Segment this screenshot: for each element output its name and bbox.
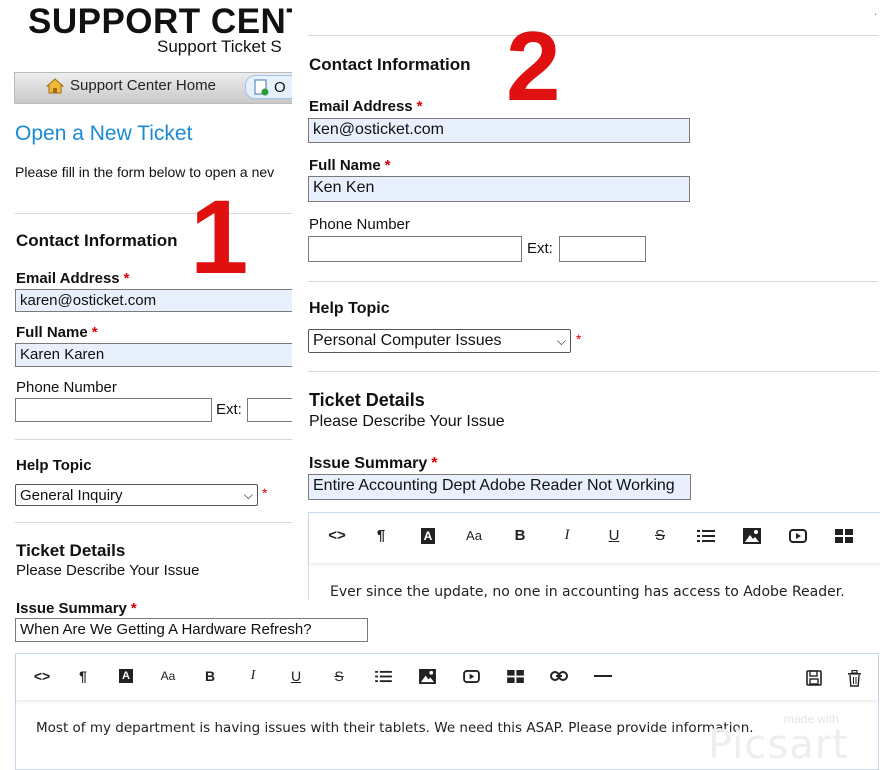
phone-label: Phone Number [16,379,117,396]
intro-text: Please fill in the form below to open a … [15,164,275,180]
ext-label: Ext: [216,401,242,418]
help-topic-heading: Help Topic [16,457,92,474]
help-topic-heading: Help Topic [309,300,390,317]
marker-number-2: 2 [506,11,561,121]
divider [308,281,878,282]
list-icon[interactable] [361,670,405,683]
ext-label: Ext: [527,240,553,257]
marker-number-1: 1 [190,179,249,296]
code-view-button[interactable]: <> [317,527,357,544]
new-ticket-icon [254,79,269,96]
video-icon[interactable] [449,669,493,683]
full-name-field[interactable]: Ken Ken [308,176,690,202]
italic-button[interactable]: I [543,527,591,544]
panel-edge-mark: ‧ [874,10,878,21]
watermark-logo: Picsart [708,722,849,768]
help-topic-select[interactable]: General Inquiry ⌵ [15,484,258,506]
ext-field[interactable] [559,236,646,262]
font-size-button[interactable]: Aa [451,528,497,543]
video-icon[interactable] [775,528,821,543]
site-subtitle: Support Ticket S [157,37,282,56]
underline-button[interactable]: U [591,527,637,544]
nav-home-link[interactable]: Support Center Home [45,77,216,94]
strikethrough-button[interactable]: S [637,527,683,544]
font-color-button[interactable]: A [405,527,451,544]
ticket-details-heading: Ticket Details [16,541,126,560]
code-view-button[interactable]: <> [23,668,61,684]
name-label: Full Name * [309,157,391,174]
image-icon[interactable] [405,668,449,684]
divider [15,522,300,523]
page-title: Open a New Ticket [15,122,193,145]
help-topic-select[interactable]: Personal Computer Issues ⌵ [308,329,571,353]
editor-body-text[interactable]: Ever since the update, no one in account… [330,584,845,600]
name-label: Full Name * [16,324,98,341]
font-color-icon: A [420,527,436,544]
bold-button[interactable]: B [189,668,231,684]
issue-summary-label: Issue Summary * [309,455,438,472]
italic-button[interactable]: I [231,668,275,684]
site-title: SUPPORT CENT [28,2,309,41]
contact-heading: Contact Information [309,55,471,74]
horizontal-rule-icon[interactable] [581,674,625,678]
trash-icon[interactable] [847,669,862,692]
divider [308,35,878,36]
ticket-details-heading: Ticket Details [309,390,425,410]
ticket-details-subtitle: Please Describe Your Issue [16,562,200,579]
email-label: Email Address * [309,98,423,115]
ticket-details-subtitle: Please Describe Your Issue [309,413,505,430]
divider [308,371,878,372]
nav-open-label: O [274,78,286,96]
issue-summary-field[interactable]: When Are We Getting A Hardware Refresh? [15,618,368,642]
required-mark: * [262,485,268,501]
list-icon[interactable] [683,529,729,543]
email-field[interactable]: ken@osticket.com [308,118,690,143]
form-panel-2: ‧ Contact Information Email Address * ken… [292,0,880,612]
form-panel-1-bottom: Issue Summary * When Are We Getting A Har… [0,600,880,770]
strikethrough-button[interactable]: S [317,668,361,684]
paragraph-button[interactable]: ¶ [61,668,105,684]
font-color-icon: A [119,669,133,683]
paragraph-button[interactable]: ¶ [357,527,405,544]
editor-toolbar-buttons: <> ¶ A Aa B I U S [317,527,867,544]
link-icon[interactable] [537,670,581,682]
phone-field[interactable] [15,398,212,422]
editor-toolbar-buttons: <> ¶ A Aa B I U S [23,668,625,684]
image-icon[interactable] [729,527,775,544]
issue-summary-field[interactable]: Entire Accounting Dept Adobe Reader Not … [308,474,691,500]
nav-home-label: Support Center Home [70,77,216,94]
contact-heading: Contact Information [16,231,178,250]
save-icon[interactable] [806,670,822,691]
help-topic-value: Personal Computer Issues [313,332,502,349]
phone-label: Phone Number [309,216,410,233]
chevron-down-icon: ⌵ [556,333,566,348]
required-mark: * [576,331,582,347]
font-color-button[interactable]: A [105,669,147,683]
issue-summary-label: Issue Summary * [16,600,137,617]
phone-field[interactable] [308,236,522,262]
bold-button[interactable]: B [497,527,543,544]
email-field[interactable]: karen@osticket.com [15,289,300,312]
chevron-down-icon: ⌵ [243,487,253,502]
help-topic-value: General Inquiry [20,486,123,504]
full-name-field[interactable]: Karen Karen [15,343,300,367]
underline-button[interactable]: U [275,668,317,684]
home-icon [45,77,65,94]
table-icon[interactable] [821,528,867,543]
table-icon[interactable] [493,669,537,683]
email-label: Email Address * [16,270,130,287]
editor-body-text[interactable]: Most of my department is having issues w… [36,720,754,736]
divider [15,213,300,214]
font-size-button[interactable]: Aa [147,669,189,683]
divider [15,439,300,440]
